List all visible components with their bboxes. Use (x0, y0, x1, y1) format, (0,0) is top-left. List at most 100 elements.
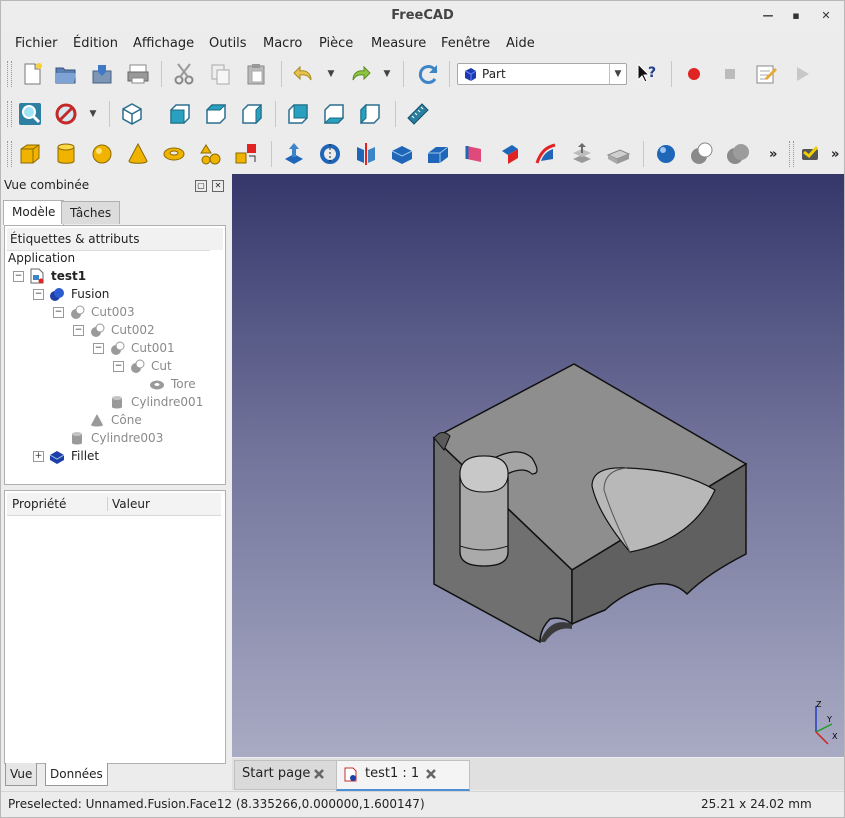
refresh-icon[interactable] (415, 61, 441, 87)
cylinder-icon (112, 396, 122, 409)
collapse-icon[interactable]: − (33, 289, 44, 300)
menu-aide[interactable]: Aide (506, 36, 535, 51)
new-document-icon[interactable] (19, 61, 45, 87)
boolean-icon[interactable] (653, 141, 679, 167)
macro-edit-icon[interactable] (753, 61, 779, 87)
redo-icon[interactable] (347, 61, 373, 87)
expand-icon[interactable]: + (33, 451, 44, 462)
macro-stop-icon[interactable] (717, 61, 743, 87)
chamfer-icon[interactable] (425, 141, 451, 167)
fuse-icon[interactable] (725, 141, 751, 167)
3d-viewport[interactable]: Z Y X (232, 174, 845, 757)
torus-icon[interactable] (161, 141, 187, 167)
chevron-down-icon[interactable]: ▼ (609, 64, 626, 84)
open-folder-icon[interactable] (53, 61, 79, 87)
tab-vue[interactable]: Vue (5, 763, 38, 786)
loft-icon[interactable] (533, 141, 559, 167)
menu-measure[interactable]: Measure (371, 36, 426, 51)
separator (671, 61, 672, 87)
copy-icon[interactable] (207, 61, 233, 87)
shape-builder-icon[interactable] (233, 141, 259, 167)
check-geometry-icon[interactable] (799, 141, 825, 167)
view-isometric-icon[interactable] (119, 101, 145, 127)
save-icon[interactable] (89, 61, 115, 87)
view-right-icon[interactable] (239, 101, 265, 127)
whats-this-help-icon[interactable]: ? (633, 61, 659, 87)
tab-start-page[interactable]: Start page (234, 760, 337, 790)
float-dock-icon[interactable]: ▢ (195, 180, 207, 192)
ruled-surface-icon[interactable] (497, 141, 523, 167)
extrude-icon[interactable] (281, 141, 307, 167)
revolve-icon[interactable] (317, 141, 343, 167)
cone-icon[interactable] (125, 141, 151, 167)
torus-icon (150, 380, 164, 390)
menu-outils[interactable]: Outils (209, 36, 247, 51)
property-column-header[interactable]: Propriété (12, 497, 66, 511)
fillet-icon (49, 451, 65, 464)
fit-all-icon[interactable] (17, 101, 43, 127)
menu-piece[interactable]: Pièce (319, 36, 353, 51)
tab-taches[interactable]: Tâches (61, 201, 121, 224)
cut-boolean-icon[interactable] (689, 141, 715, 167)
cut-scissors-icon[interactable] (171, 61, 197, 87)
menu-macro[interactable]: Macro (263, 36, 302, 51)
close-icon[interactable]: ✕ (819, 9, 833, 23)
status-message: Preselected: Unnamed.Fusion.Face12 (8.33… (8, 797, 425, 811)
tab-modele[interactable]: Modèle (3, 200, 65, 225)
cross-sections-icon[interactable] (605, 141, 631, 167)
value-column-header[interactable]: Valeur (107, 497, 150, 511)
view-top-icon[interactable] (203, 101, 229, 127)
toolbar-grip[interactable] (7, 61, 12, 87)
collapse-icon[interactable]: − (53, 307, 64, 318)
view-rear-icon[interactable] (285, 101, 311, 127)
chevron-down-icon[interactable]: ▼ (326, 69, 336, 79)
macro-record-icon[interactable] (681, 61, 707, 87)
toolbar-grip[interactable] (789, 141, 794, 167)
toolbar-grip[interactable] (7, 101, 12, 127)
menu-affichage[interactable]: Affichage (133, 36, 194, 51)
property-view[interactable]: Propriété Valeur (4, 490, 226, 764)
paste-icon[interactable] (243, 61, 269, 87)
toolbar-overflow-icon[interactable]: » (831, 147, 839, 162)
close-tab-icon[interactable] (313, 768, 325, 780)
document-tabs: Start page test1 : 1 (232, 758, 844, 791)
mirror-icon[interactable] (353, 141, 379, 167)
make-face-icon[interactable] (461, 141, 487, 167)
sphere-icon[interactable] (89, 141, 115, 167)
maximize-icon[interactable]: ▪ (789, 9, 803, 23)
section-icon[interactable] (569, 141, 595, 167)
toolbar-overflow-icon[interactable]: » (769, 147, 777, 162)
view-bottom-icon[interactable] (321, 101, 347, 127)
tab-donnees[interactable]: Données (45, 763, 108, 786)
view-left-icon[interactable] (357, 101, 383, 127)
menu-edition[interactable]: Édition (73, 36, 118, 51)
view-front-icon[interactable] (167, 101, 193, 127)
box-icon[interactable] (17, 141, 43, 167)
chevron-down-icon[interactable]: ▼ (382, 69, 392, 79)
tab-test1[interactable]: test1 : 1 (336, 760, 470, 791)
chevron-down-icon[interactable]: ▼ (88, 109, 98, 119)
draw-style-icon[interactable] (53, 101, 79, 127)
minimize-icon[interactable]: — (761, 9, 775, 23)
collapse-icon[interactable]: − (93, 343, 104, 354)
workbench-selector[interactable]: Part ▼ (457, 63, 627, 85)
close-tab-icon[interactable] (425, 768, 437, 780)
collapse-icon[interactable]: − (113, 361, 124, 372)
collapse-icon[interactable]: − (13, 271, 24, 282)
3d-model-render[interactable]: Z Y X (232, 174, 845, 757)
macro-run-icon[interactable] (789, 61, 815, 87)
menu-fichier[interactable]: Fichier (15, 36, 58, 51)
cylinder-icon[interactable] (53, 141, 79, 167)
print-icon[interactable] (125, 61, 151, 87)
undo-icon[interactable] (291, 61, 317, 87)
close-dock-icon[interactable]: ✕ (212, 180, 224, 192)
tree-header[interactable]: Étiquettes & attributs (7, 228, 210, 251)
measure-ruler-icon[interactable] (405, 101, 431, 127)
model-tree[interactable]: Étiquettes & attributs Application − tes… (4, 225, 226, 485)
toolbar-grip[interactable] (7, 141, 12, 167)
menu-fenetre[interactable]: Fenêtre (441, 36, 490, 51)
primitives-icon[interactable] (197, 141, 223, 167)
fillet-icon[interactable] (389, 141, 415, 167)
collapse-icon[interactable]: − (73, 325, 84, 336)
separator (403, 61, 404, 87)
